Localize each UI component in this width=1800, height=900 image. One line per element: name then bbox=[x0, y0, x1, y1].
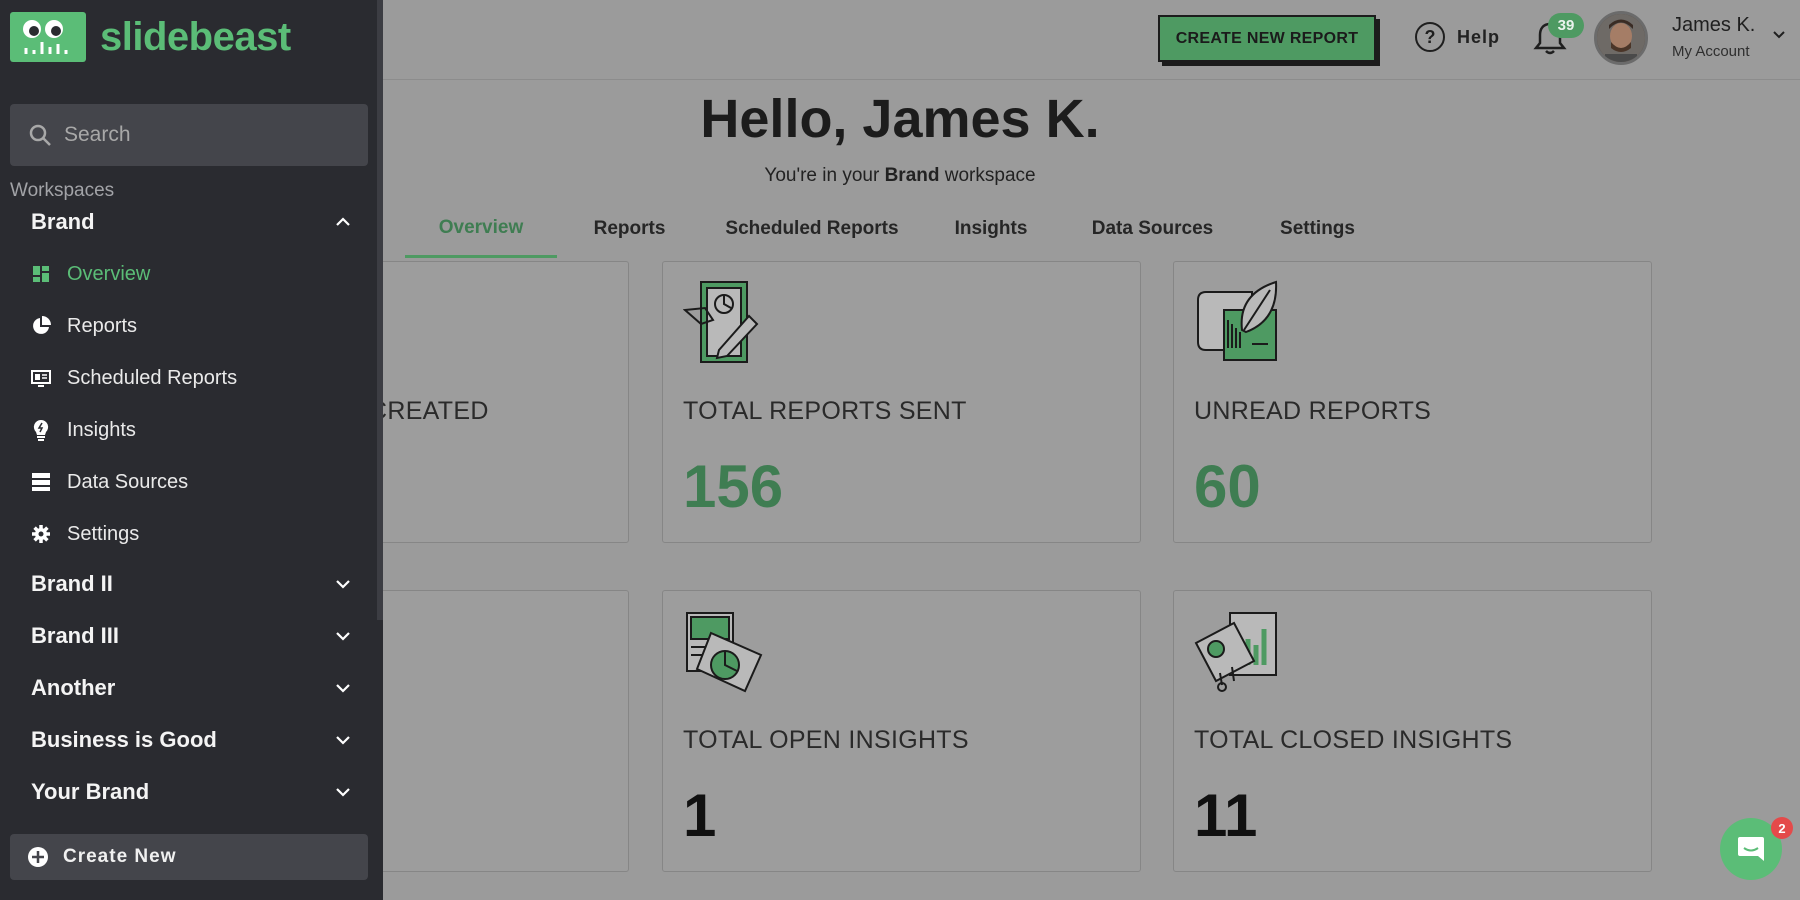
workspace-business-is-good[interactable]: Business is Good bbox=[31, 720, 351, 760]
chevron-down-icon bbox=[336, 580, 350, 589]
search-icon bbox=[29, 124, 51, 146]
scheduled-monitor-icon bbox=[31, 368, 51, 388]
stat-label: CREATED bbox=[369, 397, 489, 425]
chevron-down-icon bbox=[336, 736, 350, 745]
help-icon: ? bbox=[1415, 22, 1445, 52]
brand-name: slidebeast bbox=[100, 14, 291, 59]
notifications-badge: 39 bbox=[1548, 13, 1584, 38]
stat-label: TOTAL REPORTS SENT bbox=[683, 397, 967, 425]
workspace-your-brand[interactable]: Your Brand bbox=[31, 772, 351, 812]
help-link[interactable]: ? Help bbox=[1415, 22, 1500, 52]
tab-reports[interactable]: Reports bbox=[557, 200, 702, 258]
stat-card-unread-reports[interactable]: UNREAD REPORTS 60 bbox=[1173, 261, 1652, 543]
workspace-label: Another bbox=[31, 675, 116, 700]
chevron-down-icon[interactable] bbox=[1772, 28, 1786, 42]
chevron-down-icon bbox=[336, 632, 350, 641]
stat-card-total-open-insights[interactable]: TOTAL OPEN INSIGHTS 1 bbox=[662, 590, 1141, 872]
sidebar-item-overview[interactable]: Overview bbox=[31, 254, 331, 294]
plus-circle-icon bbox=[28, 847, 48, 867]
chevron-up-icon bbox=[336, 217, 350, 226]
search-input[interactable] bbox=[64, 123, 344, 147]
workspace-label: Brand bbox=[31, 209, 95, 234]
sidebar-item-data-sources[interactable]: Data Sources bbox=[31, 462, 331, 502]
sidebar-item-label: Settings bbox=[67, 522, 140, 545]
page-title: Hello, James K. bbox=[700, 89, 1100, 149]
logo-mark-icon bbox=[10, 12, 86, 62]
stat-value: 156 bbox=[683, 453, 784, 520]
pie-chart-icon bbox=[31, 316, 51, 336]
gear-icon bbox=[31, 524, 51, 544]
chevron-down-icon bbox=[336, 788, 350, 797]
workspace-label: Business is Good bbox=[31, 727, 217, 752]
workspace-name: Brand bbox=[884, 165, 940, 186]
stat-value: 11 bbox=[1194, 782, 1258, 849]
account-name: James K. bbox=[1672, 14, 1756, 36]
sidebar-item-label: Overview bbox=[67, 262, 151, 285]
workspace-brand[interactable]: Brand bbox=[31, 202, 351, 242]
stat-label: TOTAL OPEN INSIGHTS bbox=[683, 726, 969, 754]
sidebar-item-settings[interactable]: Settings bbox=[31, 514, 331, 554]
feather-scroll-icon bbox=[1197, 280, 1278, 361]
sidebar-item-label: Reports bbox=[67, 314, 138, 337]
workspace-prefix: You're in your bbox=[764, 165, 885, 186]
report-document-icon bbox=[683, 281, 759, 363]
search-box[interactable] bbox=[10, 104, 368, 166]
create-new-report-button[interactable]: CREATE NEW REPORT bbox=[1158, 15, 1376, 62]
sidebar: slidebeast Workspaces Brand Overview Rep… bbox=[0, 0, 383, 900]
tab-scheduled-reports[interactable]: Scheduled Reports bbox=[702, 200, 922, 258]
sidebar-scrollbar[interactable] bbox=[377, 0, 383, 620]
lightbulb-icon bbox=[31, 419, 51, 441]
account-subtitle: My Account bbox=[1672, 43, 1750, 60]
stat-label: UNREAD REPORTS bbox=[1194, 397, 1432, 425]
sidebar-item-label: Data Sources bbox=[67, 470, 189, 493]
sidebar-item-label: Scheduled Reports bbox=[67, 366, 238, 389]
server-icon bbox=[31, 472, 51, 492]
create-new-label: Create New bbox=[63, 846, 177, 867]
help-label: Help bbox=[1457, 26, 1501, 47]
workspace-suffix: workspace bbox=[939, 165, 1036, 186]
workspace-label: Your Brand bbox=[31, 779, 150, 804]
stat-value: 1 bbox=[683, 782, 717, 849]
workspace-subtitle: You're in your Brand workspace bbox=[700, 165, 1100, 187]
workspaces-heading: Workspaces bbox=[10, 180, 115, 201]
tab-settings[interactable]: Settings bbox=[1245, 200, 1390, 258]
sidebar-item-scheduled-reports[interactable]: Scheduled Reports bbox=[31, 358, 331, 398]
sidebar-item-insights[interactable]: Insights bbox=[31, 410, 331, 450]
dashboard-icon bbox=[31, 264, 51, 284]
workspace-another[interactable]: Another bbox=[31, 668, 351, 708]
chevron-down-icon bbox=[336, 684, 350, 693]
sidebar-item-label: Insights bbox=[67, 418, 136, 441]
workspace-brand-ii[interactable]: Brand II bbox=[31, 564, 351, 604]
chat-unread-badge: 2 bbox=[1771, 817, 1793, 839]
logo[interactable]: slidebeast bbox=[10, 12, 291, 62]
tab-overview[interactable]: Overview bbox=[405, 200, 557, 258]
tab-bar: Overview Reports Scheduled Reports Insig… bbox=[405, 200, 1390, 260]
sidebar-item-reports[interactable]: Reports bbox=[31, 306, 331, 346]
stat-card-total-closed-insights[interactable]: TOTAL CLOSED INSIGHTS 11 bbox=[1173, 590, 1652, 872]
workspace-brand-iii[interactable]: Brand III bbox=[31, 616, 351, 656]
create-new-button[interactable]: Create New bbox=[10, 834, 368, 880]
account-menu[interactable]: James K. My Account bbox=[1672, 14, 1755, 60]
avatar[interactable] bbox=[1594, 11, 1648, 65]
closed-insights-icon bbox=[1194, 612, 1277, 692]
insight-documents-icon bbox=[686, 612, 763, 693]
tab-insights[interactable]: Insights bbox=[922, 200, 1060, 258]
stat-card-total-reports-sent[interactable]: TOTAL REPORTS SENT 156 bbox=[662, 261, 1141, 543]
stat-label: TOTAL CLOSED INSIGHTS bbox=[1194, 726, 1513, 754]
workspace-label: Brand II bbox=[31, 571, 113, 596]
chat-icon bbox=[1738, 837, 1764, 861]
tab-data-sources[interactable]: Data Sources bbox=[1060, 200, 1245, 258]
workspace-label: Brand III bbox=[31, 623, 120, 648]
stat-value: 60 bbox=[1194, 453, 1261, 520]
